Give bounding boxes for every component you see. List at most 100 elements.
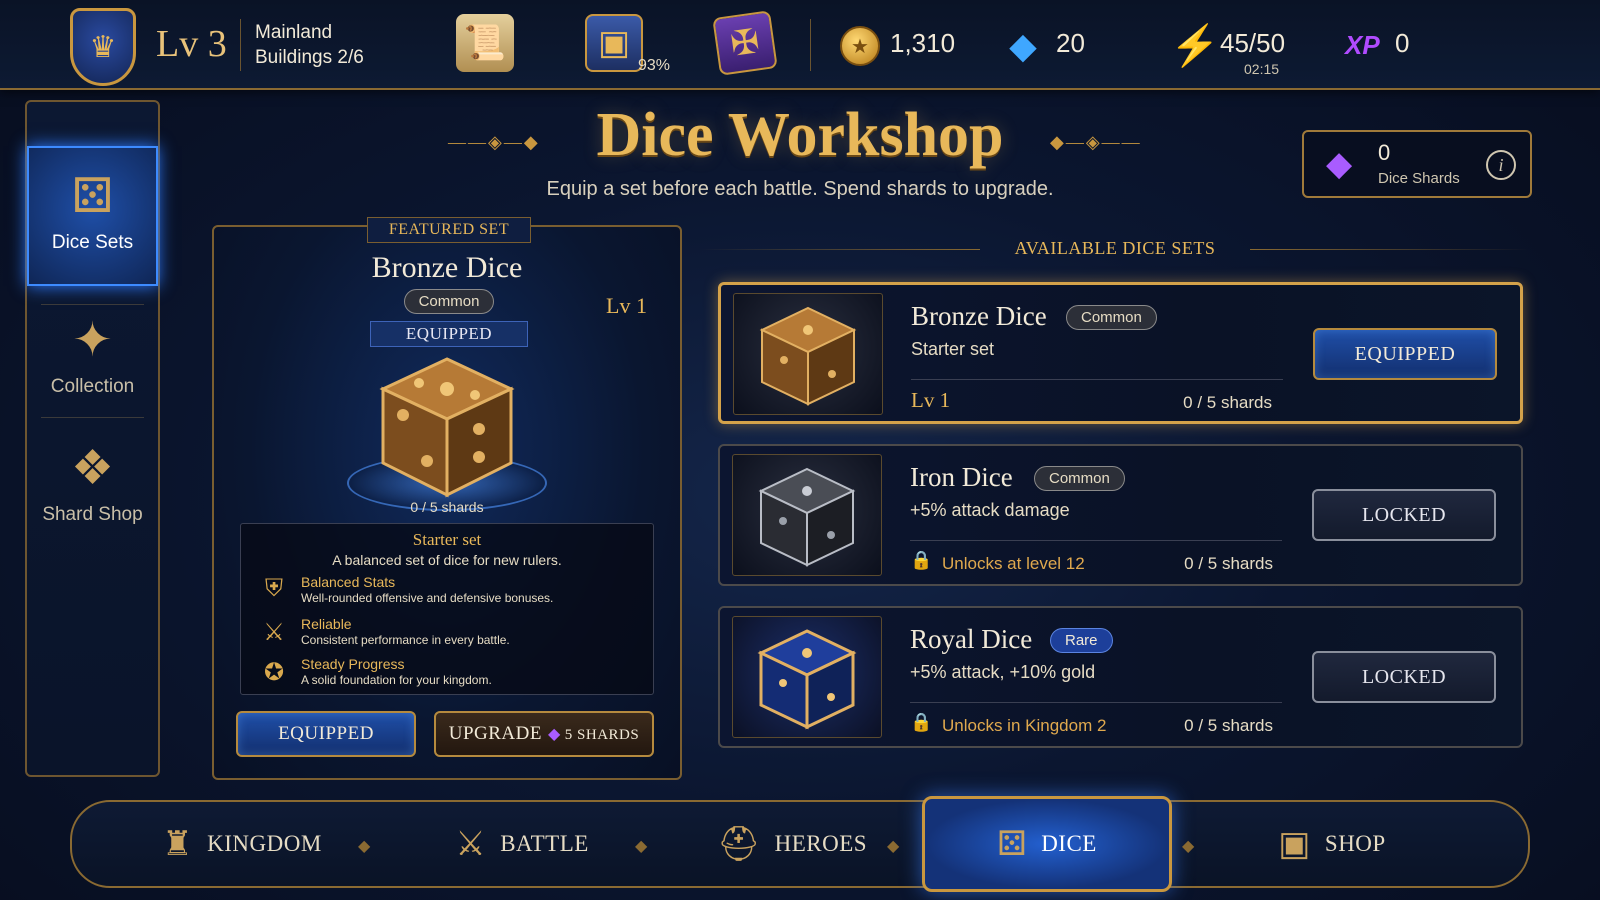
nav-divider: ◆ — [1182, 838, 1195, 855]
divider — [1250, 249, 1530, 250]
perk-reliable: ⚔ Reliable Consistent performance in eve… — [259, 616, 639, 652]
featured-status-badge: EQUIPPED — [370, 321, 528, 347]
gold-coin-icon: ★ — [840, 26, 880, 66]
region-name: Mainland — [255, 22, 333, 43]
set-description: Starter set — [911, 339, 995, 359]
lightning-icon: ⚡ — [1170, 23, 1220, 68]
shard-gem-icon: ◆ — [1326, 146, 1353, 183]
region-info: Mainland Buildings 2/6 — [255, 20, 364, 70]
dice-set-card-iron[interactable]: Iron Dice Common +5% attack damage 🔒 Unl… — [718, 444, 1523, 586]
gem-icon: ◆ — [1009, 26, 1037, 66]
perk-steady-progress: ✪ Steady Progress A solid foundation for… — [259, 656, 639, 692]
gold-amount: 1,310 — [890, 28, 956, 58]
nav-divider: ◆ — [635, 838, 648, 855]
bronze-dice-icon — [379, 357, 515, 498]
sidebar-item-dice-sets[interactable]: ⚄ Dice Sets — [27, 146, 158, 286]
upgrade-button[interactable]: UPGRADE ◆ 5 SHARDS — [434, 711, 654, 757]
info-title: Starter set — [412, 530, 482, 549]
perk-desc: Well-rounded offensive and defensive bon… — [301, 591, 554, 605]
bronze-dice-icon — [759, 306, 857, 406]
set-description: +5% attack, +10% gold — [910, 662, 1096, 682]
set-name: Royal Dice — [910, 624, 1033, 654]
sidebar-item-label: Shard Shop — [42, 504, 143, 525]
spellbook-icon[interactable]: ✠ — [712, 10, 778, 76]
xp-icon: XP — [1345, 30, 1380, 60]
gem-amount: 20 — [1056, 28, 1085, 58]
sidebar-item-label: Collection — [50, 376, 135, 397]
perk-name: Reliable — [301, 616, 352, 632]
castle-icon: ♜ — [162, 826, 194, 863]
set-level: Lv 1 — [911, 388, 951, 412]
divider — [910, 540, 1282, 541]
energy-amount: 45/50 — [1220, 28, 1286, 58]
page-subtitle: Equip a set before each battle. Spend sh… — [546, 178, 1054, 200]
shield-icon: ⛨ — [265, 576, 283, 602]
featured-badge: FEATURED SET — [367, 217, 531, 243]
featured-dice-image — [347, 355, 547, 515]
featured-level: Lv 1 — [606, 293, 647, 318]
dice-set-card-bronze[interactable]: Bronze Dice Common Starter set Lv 1 0 / … — [718, 282, 1523, 424]
perk-name: Steady Progress — [301, 656, 405, 672]
rarity-badge: Rare — [1050, 628, 1113, 653]
dice-icon: ⚄ — [71, 170, 114, 223]
rarity-badge: Common — [403, 289, 495, 314]
sidebar: ⚄ Dice Sets ✦ Collection ❖ Shard Shop — [25, 100, 160, 777]
buildings-count: Buildings 2/6 — [255, 47, 364, 68]
divider — [910, 702, 1282, 703]
set-name: Iron Dice — [910, 462, 1013, 492]
top-bar: ♛ Lv 3 Mainland Buildings 2/6 📜 ▣ 93% ✠ … — [0, 0, 1600, 90]
lock-icon: 🔒 — [910, 712, 933, 732]
sidebar-item-shard-shop[interactable]: ❖ Shard Shop — [27, 420, 158, 560]
locked-button[interactable]: LOCKED — [1312, 489, 1496, 541]
iron-dice-thumbnail — [732, 454, 882, 576]
featured-rarity: Common — [397, 289, 501, 314]
nav-shop[interactable]: ▣ SHOP — [1232, 802, 1432, 886]
featured-shards: 0 / 5 shards — [410, 499, 484, 515]
player-level: Lv 3 — [156, 23, 227, 65]
xp-amount: 0 — [1395, 28, 1410, 58]
iron-dice-icon — [758, 467, 856, 567]
locked-button[interactable]: LOCKED — [1312, 651, 1496, 703]
set-shards: 0 / 5 shards — [1184, 716, 1273, 735]
dice-set-card-royal[interactable]: Royal Dice Rare +5% attack, +10% gold 🔒 … — [718, 606, 1523, 748]
chest-icon[interactable]: ▣ — [585, 14, 643, 72]
nav-kingdom[interactable]: ♜ KINGDOM — [142, 802, 342, 886]
set-name: Bronze Dice — [911, 301, 1047, 331]
divider — [240, 19, 241, 71]
crossed-swords-icon: ⚔ — [455, 826, 487, 863]
treasure-chest-icon: ▣ — [1278, 826, 1311, 863]
nav-dice[interactable]: ⚄ DICE — [922, 796, 1172, 892]
nav-label: HEROES — [774, 831, 868, 856]
set-shards: 0 / 5 shards — [1183, 393, 1272, 412]
shard-gem-icon: ◆ — [547, 726, 561, 743]
energy-timer: 02:15 — [1244, 61, 1280, 77]
bottom-nav: ♜ KINGDOM ◆ ⚔ BATTLE ◆ ⛑ HEROES ◆ ⚄ DICE… — [70, 796, 1530, 892]
royal-dice-thumbnail — [732, 616, 882, 738]
divider — [810, 19, 811, 71]
equipped-button[interactable]: EQUIPPED — [236, 711, 416, 757]
divider — [911, 379, 1283, 380]
upgrade-cost: 5 SHARDS — [564, 727, 640, 743]
equipped-button[interactable]: EQUIPPED — [1313, 328, 1497, 380]
sidebar-item-collection[interactable]: ✦ Collection — [27, 292, 158, 432]
helmet-icon: ⛑ — [716, 826, 761, 863]
nav-label: SHOP — [1324, 831, 1386, 856]
nav-heroes[interactable]: ⛑ HEROES — [692, 802, 892, 886]
scroll-icon[interactable]: 📜 — [456, 14, 514, 72]
featured-set-panel: FEATURED SET Bronze Dice Common Lv 1 EQU… — [212, 217, 682, 780]
perk-desc: A solid foundation for your kingdom. — [301, 673, 492, 687]
crest-icon[interactable]: ♛ — [70, 8, 136, 86]
nav-label: KINGDOM — [207, 831, 322, 856]
rarity-badge: Common — [1066, 305, 1157, 330]
upgrade-label: UPGRADE — [448, 723, 542, 744]
perk-desc: Consistent performance in every battle. — [301, 633, 510, 647]
nav-battle[interactable]: ⚔ BATTLE — [422, 802, 622, 886]
unlock-requirement: Unlocks at level 12 — [942, 554, 1085, 573]
dice-shards-counter: ◆ 0 Dice Shards i — [1302, 130, 1532, 198]
bronze-dice-thumbnail — [733, 293, 883, 415]
info-icon[interactable]: i — [1486, 150, 1516, 180]
featured-name: Bronze Dice — [371, 251, 523, 284]
featured-info-box: Starter set A balanced set of dice for n… — [240, 523, 654, 695]
set-shards: 0 / 5 shards — [1184, 554, 1273, 573]
info-description: A balanced set of dice for new rulers. — [332, 552, 562, 568]
